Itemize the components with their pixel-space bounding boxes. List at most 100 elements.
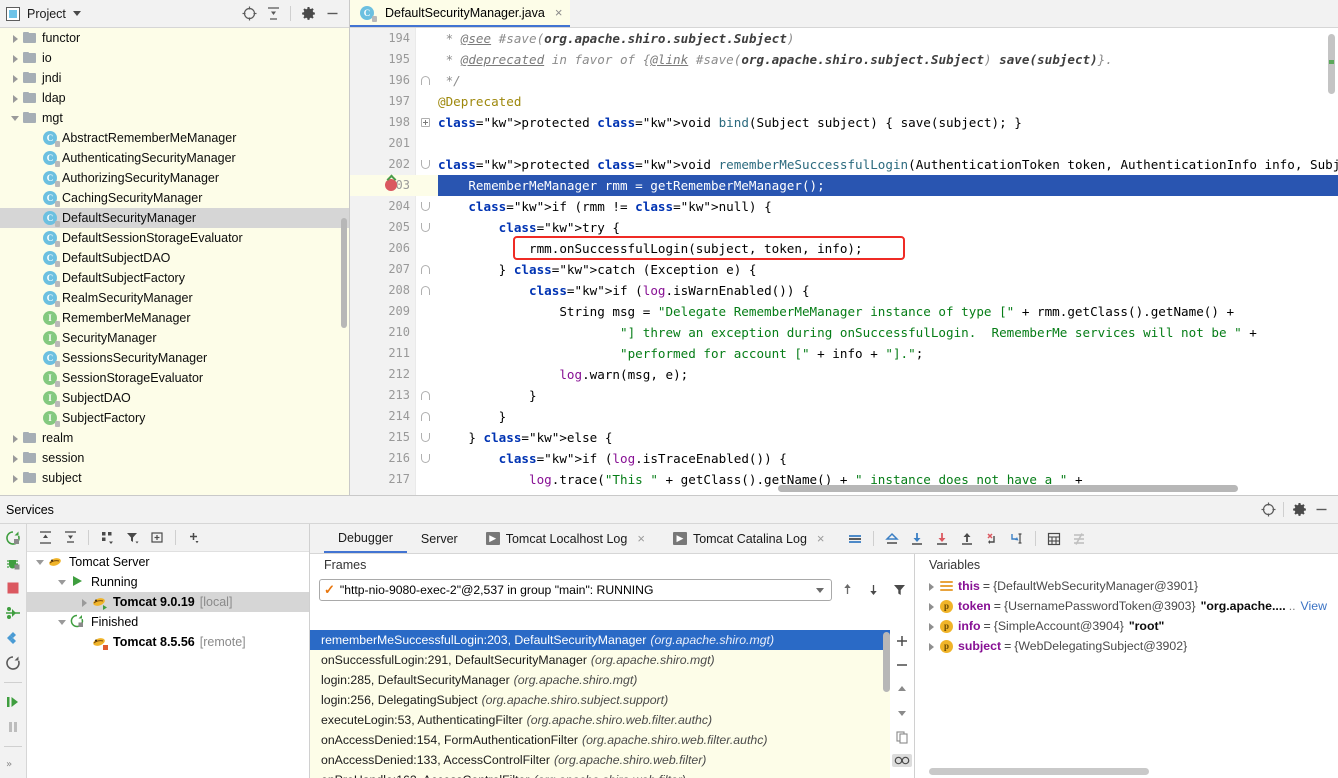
project-tree-item[interactable]: C RealmSecurityManager: [0, 288, 349, 308]
code-line[interactable]: String msg = "Delegate RememberMeManager…: [438, 301, 1338, 322]
chevron-right-icon[interactable]: [10, 473, 21, 484]
frame-item[interactable]: login:256, DelegatingSubject (org.apache.…: [310, 690, 914, 710]
code-line[interactable]: } class="kw">else {: [438, 427, 1338, 448]
debugger-tab-server[interactable]: Server: [407, 524, 472, 553]
fold-marker[interactable]: [420, 385, 431, 406]
minimize-icon[interactable]: [321, 3, 343, 25]
chevron-right-icon[interactable]: [10, 93, 21, 104]
force-step-into-icon[interactable]: [981, 528, 1003, 550]
plus-icon[interactable]: [895, 634, 909, 648]
gear-icon[interactable]: [297, 3, 319, 25]
chevron-right-icon[interactable]: [79, 597, 90, 608]
code-line[interactable]: class="kw">try {: [438, 217, 1338, 238]
frame-item[interactable]: login:285, DefaultSecurityManager (org.ap…: [310, 670, 914, 690]
frame-item[interactable]: onAccessDenied:154, FormAuthenticationFi…: [310, 730, 914, 750]
debugger-tab-tomcat-catalina-log[interactable]: ▶ Tomcat Catalina Log ×: [659, 524, 839, 553]
chevron-down-icon[interactable]: [57, 617, 68, 628]
code-line[interactable]: */: [438, 70, 1338, 91]
code-line[interactable]: }: [438, 406, 1338, 427]
debugger-tab-tomcat-localhost-log[interactable]: ▶ Tomcat Localhost Log ×: [472, 524, 659, 553]
chevron-right-icon[interactable]: [926, 581, 937, 592]
frame-item[interactable]: rememberMeSuccessfulLogin:203, DefaultSe…: [310, 630, 914, 650]
settings-lines-icon[interactable]: [844, 528, 866, 550]
frame-item[interactable]: onAccessDenied:133, AccessControlFilter(…: [310, 750, 914, 770]
show-execution-point-icon[interactable]: [881, 528, 903, 550]
services-tree-item[interactable]: Tomcat 8.5.56 [remote]: [27, 632, 309, 652]
add-icon[interactable]: [183, 527, 205, 549]
chevron-right-icon[interactable]: [10, 53, 21, 64]
stop-icon[interactable]: [5, 580, 21, 596]
variable-row[interactable]: this = {DefaultWebSecurityManager@3901}: [915, 576, 1338, 596]
code-line[interactable]: class="kw">if (log.isTraceEnabled()) {: [438, 448, 1338, 469]
code-line[interactable]: class="kw">protected class="kw">void rem…: [438, 154, 1338, 175]
project-tree-item[interactable]: functor: [0, 28, 349, 48]
chevron-right-icon[interactable]: [10, 433, 21, 444]
collapse-all-icon[interactable]: [262, 3, 284, 25]
minimize-icon[interactable]: [1310, 499, 1332, 521]
copy-icon[interactable]: [895, 730, 909, 744]
project-tree-item[interactable]: C AbstractRememberMeManager: [0, 128, 349, 148]
close-icon[interactable]: ×: [555, 5, 563, 20]
chevron-down-icon[interactable]: [816, 587, 824, 593]
code-editor[interactable]: 194 195 196 197 198 201 202 203 204 205 206 207 208 2…: [350, 28, 1338, 495]
debugger-tab-debugger[interactable]: Debugger: [324, 524, 407, 553]
frames-side-toolbar[interactable]: [890, 630, 914, 778]
step-over-icon[interactable]: [906, 528, 928, 550]
step-into-icon[interactable]: [931, 528, 953, 550]
fold-marker[interactable]: [420, 112, 431, 133]
code-line[interactable]: }: [438, 385, 1338, 406]
run-step-icon[interactable]: [5, 694, 21, 710]
services-tree-toolbar[interactable]: [27, 524, 309, 552]
thread-select[interactable]: ✓ "http-nio-9080-exec-2"@2,537 in group …: [319, 578, 832, 601]
code-line[interactable]: RememberMeManager rmm = getRememberMeMan…: [438, 175, 1338, 196]
frames-list[interactable]: rememberMeSuccessfulLogin:203, DefaultSe…: [310, 630, 914, 778]
breakpoint-icon[interactable]: [385, 179, 397, 191]
project-tree-item[interactable]: C AuthorizingSecurityManager: [0, 168, 349, 188]
project-tree-item[interactable]: session: [0, 448, 349, 468]
code-line[interactable]: } class="kw">catch (Exception e) {: [438, 259, 1338, 280]
code-line[interactable]: class="kw">protected class="kw">void bin…: [438, 112, 1338, 133]
watches-icon[interactable]: [892, 754, 912, 767]
code-line[interactable]: [438, 133, 1338, 154]
resume-icon[interactable]: [5, 605, 21, 621]
code-line[interactable]: log.warn(msg, e);: [438, 364, 1338, 385]
evaluate-icon[interactable]: [1043, 528, 1065, 550]
code-line[interactable]: * @see #save(org.apache.shiro.subject.Su…: [438, 28, 1338, 49]
variable-row[interactable]: p info = {SimpleAccount@3904} "root": [915, 616, 1338, 636]
group-by-icon[interactable]: [96, 527, 118, 549]
frame-item[interactable]: onPreHandle:162, AccessControlFilter (org…: [310, 770, 914, 778]
services-tree-item[interactable]: Tomcat 9.0.19 [local]: [27, 592, 309, 612]
project-tree-item[interactable]: C DefaultSubjectDAO: [0, 248, 349, 268]
fold-marker[interactable]: [420, 406, 431, 427]
variables-horizontal-scrollbar[interactable]: [929, 768, 1149, 775]
code-line[interactable]: * @deprecated in favor of {@link #save(o…: [438, 49, 1338, 70]
variable-row[interactable]: p token = {UsernamePasswordToken@3903} "org.…: [915, 596, 1338, 616]
debugger-toolbar[interactable]: [844, 528, 1090, 550]
expand-icon[interactable]: »: [5, 758, 21, 770]
debug-rerun-icon[interactable]: [5, 555, 21, 571]
chevron-down-icon[interactable]: [57, 577, 68, 588]
project-tree-item[interactable]: subject: [0, 468, 349, 488]
project-tree-item[interactable]: I RememberMeManager: [0, 308, 349, 328]
fold-marker[interactable]: [420, 154, 431, 175]
chevron-down-icon[interactable]: [72, 11, 81, 16]
project-tree-item[interactable]: mgt: [0, 108, 349, 128]
frame-item[interactable]: executeLogin:53, AuthenticatingFilter (or…: [310, 710, 914, 730]
fold-marker[interactable]: [420, 196, 431, 217]
project-tree-item[interactable]: realm: [0, 428, 349, 448]
down-small-icon[interactable]: [895, 706, 909, 720]
expand-all-icon[interactable]: [34, 527, 56, 549]
fold-marker[interactable]: [420, 70, 431, 91]
refresh-icon[interactable]: [5, 655, 21, 671]
project-tree-item[interactable]: C DefaultSubjectFactory: [0, 268, 349, 288]
editor-horizontal-scrollbar[interactable]: [778, 485, 1238, 492]
code-line[interactable]: @Deprecated: [438, 91, 1338, 112]
variable-row[interactable]: p subject = {WebDelegatingSubject@3902}: [915, 636, 1338, 656]
fold-marker[interactable]: [420, 427, 431, 448]
pause-icon[interactable]: [5, 719, 21, 735]
layout-icon[interactable]: [5, 630, 21, 646]
chevron-down-icon[interactable]: [35, 557, 46, 568]
project-tree-item[interactable]: C AuthenticatingSecurityManager: [0, 148, 349, 168]
step-out-icon[interactable]: [956, 528, 978, 550]
chevron-right-icon[interactable]: [926, 601, 937, 612]
